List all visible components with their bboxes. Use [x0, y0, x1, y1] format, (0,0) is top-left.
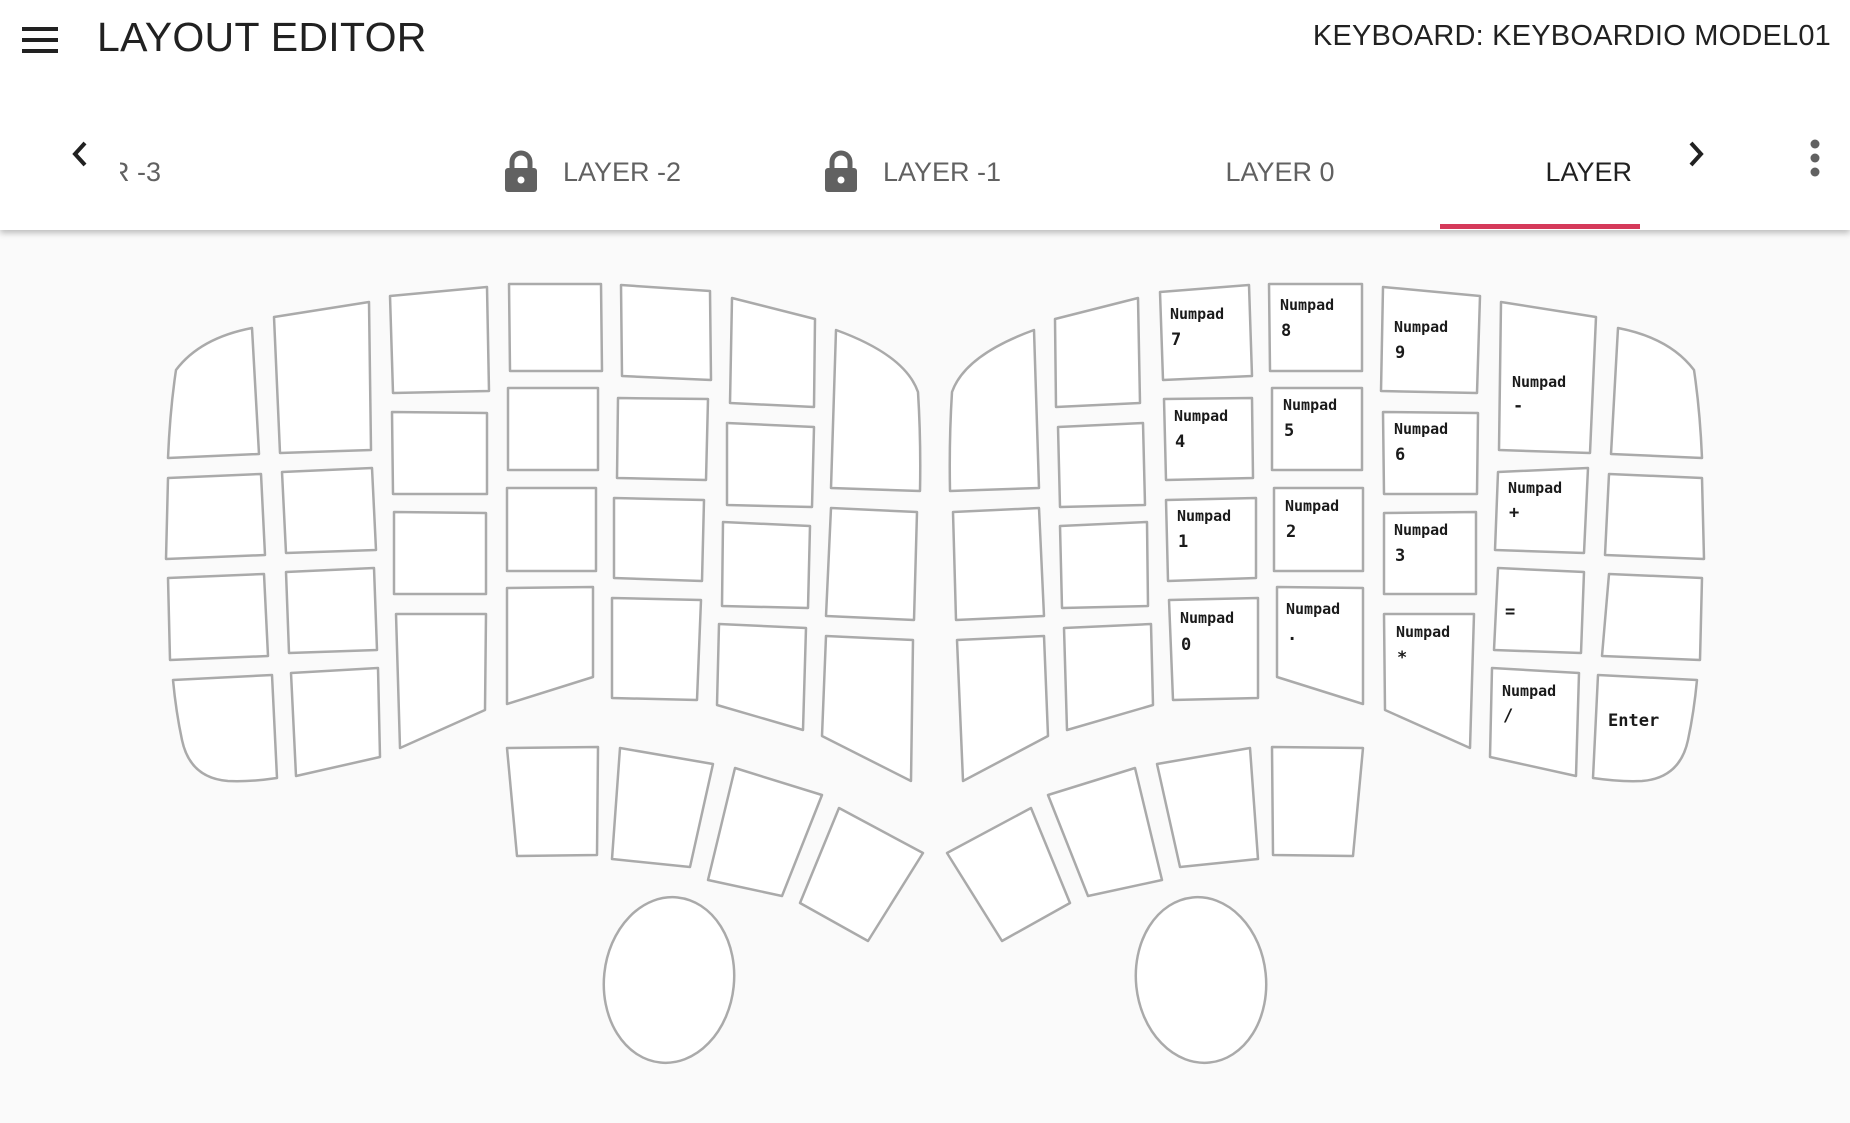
key-numpad-3[interactable] [1382, 510, 1478, 596]
key[interactable] [1270, 745, 1365, 858]
key[interactable] [829, 328, 922, 493]
key-numpad-dot[interactable] [1275, 585, 1365, 706]
key[interactable] [820, 634, 915, 783]
palm-key[interactable] [1128, 891, 1275, 1070]
tab-layer-1[interactable]: LAYER 1 [1440, 106, 1640, 230]
hamburger-menu-icon [22, 27, 58, 53]
key[interactable] [955, 634, 1050, 783]
key[interactable] [166, 572, 270, 662]
key[interactable] [388, 285, 491, 395]
key-numpad-5[interactable] [1270, 386, 1364, 472]
key[interactable] [394, 612, 488, 750]
key[interactable] [164, 472, 267, 561]
chevron-left-icon [72, 141, 87, 167]
key[interactable] [1062, 622, 1155, 732]
key[interactable] [619, 283, 713, 382]
key[interactable] [948, 328, 1041, 493]
key[interactable] [390, 410, 489, 496]
key[interactable] [505, 486, 598, 573]
key[interactable] [715, 622, 808, 732]
tabs-scroll-right-button[interactable] [1666, 124, 1726, 184]
tab-label: LAYER -1 [882, 156, 1002, 187]
key-numpad-2[interactable] [1272, 486, 1365, 573]
key[interactable] [615, 396, 710, 482]
active-tab-indicator [1440, 224, 1640, 229]
key-numpad-slash[interactable] [1488, 666, 1581, 778]
key[interactable] [610, 596, 703, 702]
key[interactable] [289, 666, 382, 778]
key[interactable] [392, 510, 488, 596]
tab-layer-minus-3[interactable]: LAYER -3 [120, 106, 232, 230]
key[interactable] [507, 282, 604, 373]
tab-label: LAYER -3 [120, 156, 162, 187]
keyboard-label: KEYBOARD: KEYBOARDIO MODEL01 [1312, 20, 1831, 52]
palm-key[interactable] [596, 891, 743, 1070]
tab-layer-minus-2[interactable]: LAYER -2 [432, 106, 752, 230]
key[interactable] [1053, 296, 1142, 409]
chevron-right-icon [1689, 141, 1704, 167]
key-numpad-minus[interactable] [1497, 300, 1598, 455]
key[interactable] [166, 326, 261, 460]
key[interactable] [506, 386, 600, 472]
key[interactable] [171, 673, 279, 783]
key[interactable] [1046, 766, 1164, 898]
key[interactable] [725, 421, 816, 509]
key[interactable] [1600, 572, 1704, 662]
key[interactable] [1609, 326, 1704, 460]
key-equals[interactable] [1492, 566, 1586, 655]
key-numpad-star[interactable] [1382, 612, 1476, 750]
app-bar: LAYOUT EDITOR KEYBOARD: KEYBOARDIO MODEL… [0, 0, 1850, 230]
key[interactable] [824, 506, 919, 622]
key-numpad-plus[interactable] [1493, 466, 1590, 555]
menu-button[interactable] [12, 12, 68, 68]
key[interactable] [720, 520, 812, 610]
key[interactable] [610, 746, 715, 869]
key-numpad-8[interactable] [1267, 282, 1364, 373]
key[interactable] [280, 466, 378, 555]
page-title: LAYOUT EDITOR [97, 14, 427, 60]
key[interactable] [1155, 746, 1260, 869]
key[interactable] [945, 806, 1072, 943]
tab-label: LAYER 1 [1545, 156, 1640, 187]
key[interactable] [272, 300, 373, 455]
key[interactable] [1603, 472, 1706, 561]
key[interactable] [798, 806, 925, 943]
tab-layer-minus-1[interactable]: LAYER -1 [752, 106, 1072, 230]
more-vert-icon [1810, 139, 1820, 177]
key[interactable] [505, 745, 600, 858]
lock-icon [503, 150, 539, 194]
key[interactable] [505, 585, 595, 706]
key-numpad-4[interactable] [1162, 396, 1255, 482]
tab-layer-0[interactable]: LAYER 0 [1120, 106, 1440, 230]
overflow-menu-button[interactable] [1790, 128, 1840, 188]
layer-tabs: LAYER -3 LAYER -2 LAYER -1 LAYER 0 LAYER… [120, 106, 1640, 230]
key-numpad-9[interactable] [1379, 285, 1482, 395]
key-enter[interactable] [1591, 673, 1699, 783]
key-numpad-7[interactable] [1158, 283, 1254, 382]
key[interactable] [284, 566, 379, 655]
key[interactable] [728, 296, 817, 409]
key-numpad-6[interactable] [1381, 410, 1480, 496]
key-numpad-0[interactable] [1167, 596, 1260, 702]
key[interactable] [1058, 520, 1150, 610]
tab-label: LAYER -2 [562, 156, 682, 187]
lock-icon [823, 150, 859, 194]
tab-label: LAYER 0 [1225, 156, 1335, 187]
key[interactable] [951, 506, 1046, 622]
key[interactable] [706, 766, 824, 898]
key-numpad-1[interactable] [1164, 496, 1258, 583]
key[interactable] [1056, 421, 1147, 509]
tabs-scroll-left-button[interactable] [50, 124, 110, 184]
key[interactable] [612, 496, 706, 583]
